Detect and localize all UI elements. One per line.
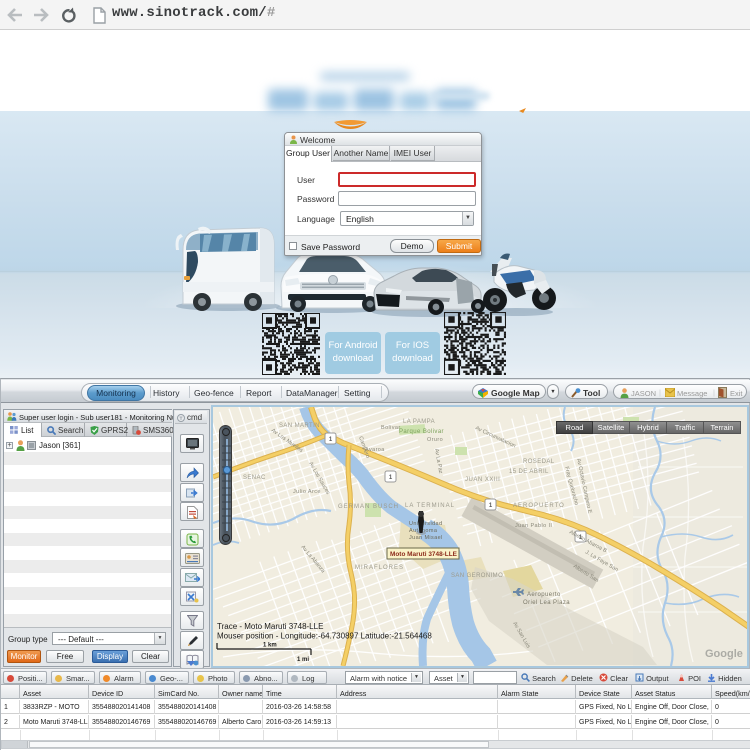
- svg-text:Julio Arce: Julio Arce: [293, 489, 321, 495]
- svg-text:Google: Google: [705, 648, 743, 660]
- svg-text:GERMAN BUSCH: GERMAN BUSCH: [338, 504, 399, 510]
- svg-text:Bolivar: Bolivar: [381, 425, 401, 431]
- svg-text:Oriel Lea Plaza: Oriel Lea Plaza: [523, 600, 570, 606]
- svg-text:Juan Misael: Juan Misael: [409, 535, 443, 541]
- svg-text:Trace - Moto Maruti 3748-LLE: Trace - Moto Maruti 3748-LLE: [217, 622, 323, 631]
- svg-text:LA PAMPA: LA PAMPA: [403, 419, 435, 425]
- svg-text:AEROPUERTO: AEROPUERTO: [513, 503, 565, 509]
- svg-text:Universidad: Universidad: [409, 521, 442, 527]
- svg-text:Juan Pablo II: Juan Pablo II: [515, 523, 552, 529]
- svg-text:SENAC: SENAC: [243, 475, 266, 481]
- svg-text:Moto Maruti 3748-LLE: Moto Maruti 3748-LLE: [390, 551, 458, 558]
- svg-text:MIRAFLORES: MIRAFLORES: [355, 565, 404, 571]
- svg-text:1 mi: 1 mi: [297, 657, 309, 663]
- svg-text:Mouser position - Longitude:-6: Mouser position - Longitude:-64.730897 L…: [217, 632, 432, 641]
- svg-text:Aeropuerto: Aeropuerto: [527, 592, 561, 598]
- svg-text:15 DE ABRIL: 15 DE ABRIL: [509, 469, 549, 475]
- svg-text:1 km: 1 km: [263, 643, 277, 649]
- svg-text:LA TERMINAL: LA TERMINAL: [405, 503, 455, 509]
- svg-text:Oruro: Oruro: [427, 437, 443, 443]
- svg-text:SAN GERONIMO: SAN GERONIMO: [451, 573, 503, 579]
- svg-text:JUAN XXIII: JUAN XXIII: [465, 477, 500, 483]
- svg-text:Parque Bolivar: Parque Bolivar: [399, 429, 444, 435]
- svg-text:ROSEDAL: ROSEDAL: [523, 459, 555, 465]
- svg-text:SAN MARTIN: SAN MARTIN: [279, 423, 320, 429]
